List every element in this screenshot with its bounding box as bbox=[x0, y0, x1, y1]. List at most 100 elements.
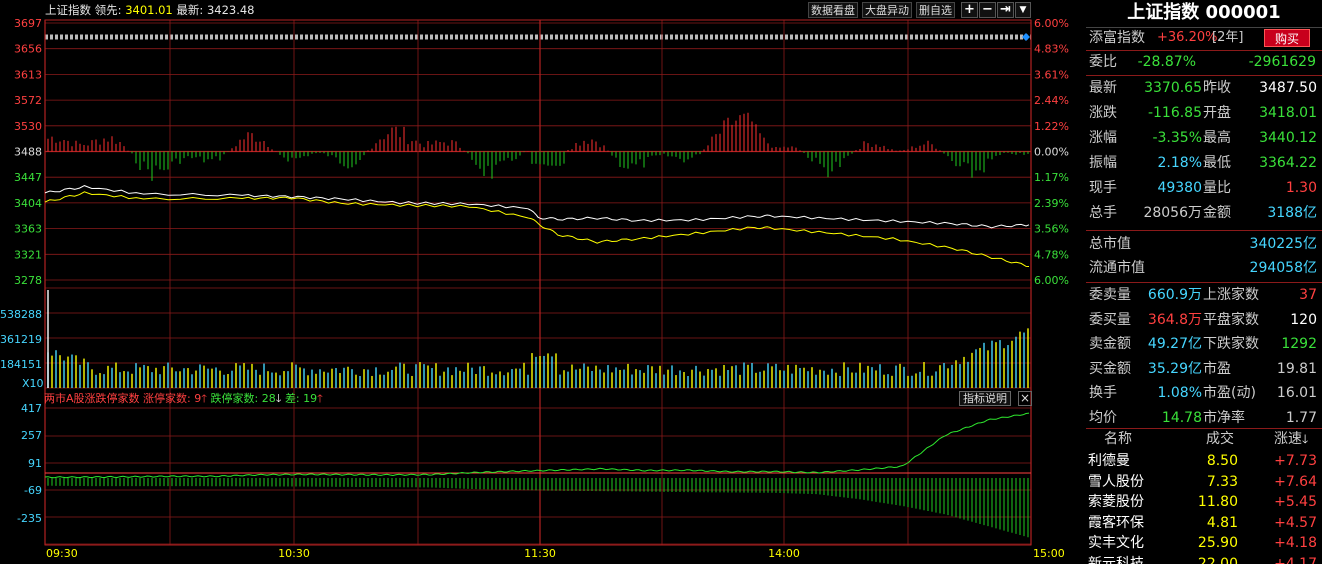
time-tick-label: 10:30 bbox=[278, 547, 310, 560]
market-cap-value: 340225亿 bbox=[1249, 236, 1317, 252]
stat-label: 市净率 bbox=[1203, 409, 1245, 426]
breadth-tick-label: -69 bbox=[24, 484, 42, 497]
next-icon[interactable]: ⇥ bbox=[997, 2, 1014, 18]
stat-label: 下跌家数 bbox=[1203, 336, 1259, 352]
stat-label: 委买量 bbox=[1089, 311, 1131, 328]
quote-value: 3418.01 bbox=[1259, 105, 1317, 121]
breadth-tick-label: 91 bbox=[28, 457, 42, 470]
quote-value: 2.18% bbox=[1157, 155, 1202, 171]
intraday-chart[interactable]: 3697365636133572353034883447340433633321… bbox=[0, 0, 1086, 564]
price-tick-label: 3613 bbox=[14, 68, 42, 81]
data-view-button[interactable]: 数据看盘 bbox=[808, 2, 858, 18]
sort-down-icon: 🡓 bbox=[1302, 432, 1309, 446]
stat-value: 364.8万 bbox=[1147, 311, 1202, 328]
quote-value: 3487.50 bbox=[1259, 80, 1317, 96]
lead-value: 3401.01 bbox=[125, 3, 173, 17]
stat-value: 1292 bbox=[1281, 336, 1317, 352]
stock-speed[interactable]: +7.73 bbox=[1256, 450, 1317, 472]
price-tick-label: 3363 bbox=[14, 223, 42, 236]
price-tick-label: 3488 bbox=[14, 146, 42, 159]
stock-name[interactable]: 实丰文化 bbox=[1088, 532, 1144, 554]
breadth-title: 两市A股涨跌停家数 bbox=[44, 392, 140, 405]
list-header-speed-label: 涨速 bbox=[1274, 431, 1302, 447]
stat-value: 14.78 bbox=[1161, 409, 1202, 426]
stock-speed[interactable]: +4.18 bbox=[1256, 532, 1317, 554]
minus-icon[interactable]: − bbox=[979, 2, 996, 18]
volume-bars bbox=[47, 290, 1029, 388]
stock-speed[interactable]: +5.45 bbox=[1256, 491, 1317, 513]
quote-label: 最新 bbox=[1089, 80, 1117, 96]
quote-value: -116.85 bbox=[1147, 105, 1202, 121]
quote-label: 涨跌 bbox=[1089, 105, 1117, 121]
price-change-bars bbox=[47, 112, 1029, 181]
stat-value: 35.29亿 bbox=[1147, 360, 1202, 377]
latest-label: 最新: bbox=[176, 3, 204, 17]
quote-label: 量比 bbox=[1203, 180, 1231, 196]
quote-value: 3188亿 bbox=[1267, 205, 1317, 221]
price-tick-label: 3656 bbox=[14, 43, 42, 56]
pct-tick-label: 6.00% bbox=[1034, 274, 1069, 287]
arrow-down-icon: 🡓 bbox=[275, 392, 282, 405]
stock-price[interactable]: 25.90 bbox=[1186, 532, 1238, 554]
pct-tick-label: 1.22% bbox=[1034, 120, 1069, 133]
stat-value: 37 bbox=[1299, 287, 1317, 303]
stock-name[interactable]: 利德曼 bbox=[1088, 450, 1130, 472]
breadth-legend: 两市A股涨跌停家数 涨停家数: 9🡑 跌停家数: 28🡓 差: 19🡑 bbox=[44, 391, 323, 406]
list-header-speed[interactable]: 涨速🡓 bbox=[1274, 428, 1308, 450]
quote-label: 现手 bbox=[1089, 180, 1117, 196]
price-tick-label: 3572 bbox=[14, 94, 42, 107]
volume-tick-label: 538288 bbox=[0, 308, 42, 321]
stock-name[interactable]: 雪人股份 bbox=[1088, 471, 1144, 493]
close-icon[interactable]: × bbox=[1018, 391, 1032, 406]
pct-tick-label: 6.00% bbox=[1034, 17, 1069, 30]
stock-price[interactable]: 8.50 bbox=[1186, 450, 1238, 472]
remove-watchlist-button[interactable]: 删自选 bbox=[916, 2, 955, 18]
list-header-price[interactable]: 成交 bbox=[1206, 428, 1234, 450]
stock-speed[interactable]: +4.17 bbox=[1256, 553, 1317, 564]
pct-tick-label: 0.00% bbox=[1034, 146, 1069, 159]
list-header-name[interactable]: 名称 bbox=[1104, 428, 1132, 450]
weibi-pct: -28.87% bbox=[1137, 54, 1196, 70]
stock-name[interactable]: 霞客环保 bbox=[1088, 512, 1144, 534]
stock-name[interactable]: 索菱股份 bbox=[1088, 491, 1144, 513]
time-tick-label: 14:00 bbox=[768, 547, 800, 560]
breadth-tick-label: -235 bbox=[17, 512, 42, 525]
stock-price[interactable]: 7.33 bbox=[1186, 471, 1238, 493]
breadth-up-line bbox=[44, 412, 1030, 479]
stat-value: 16.01 bbox=[1276, 385, 1317, 401]
stat-label: 卖金额 bbox=[1089, 336, 1131, 352]
stock-speed[interactable]: +7.64 bbox=[1256, 471, 1317, 493]
stat-label: 换手 bbox=[1089, 385, 1117, 401]
stock-price[interactable]: 11.80 bbox=[1186, 491, 1238, 513]
breadth-tick-label: 417 bbox=[21, 402, 42, 415]
stat-value: 19.81 bbox=[1276, 360, 1317, 377]
diff-label: 差: bbox=[284, 392, 300, 405]
dropdown-icon[interactable]: ▼ bbox=[1015, 2, 1031, 18]
stock-price[interactable]: 4.81 bbox=[1186, 512, 1238, 534]
stat-value: 120 bbox=[1290, 311, 1317, 328]
price-tick-label: 3321 bbox=[14, 248, 42, 261]
index-name: 上证指数 bbox=[45, 3, 91, 17]
quote-title: 上证指数 000001 bbox=[1127, 2, 1281, 23]
pct-tick-label: 4.78% bbox=[1034, 248, 1069, 261]
chart-frame bbox=[44, 19, 1032, 546]
buy-button[interactable]: 购买 bbox=[1264, 29, 1310, 47]
stock-speed[interactable]: +4.57 bbox=[1256, 512, 1317, 534]
quote-label: 开盘 bbox=[1203, 105, 1231, 121]
volume-tick-label: 361219 bbox=[0, 333, 42, 346]
market-cap-value: 294058亿 bbox=[1249, 260, 1317, 276]
stat-value: 49.27亿 bbox=[1147, 336, 1202, 352]
plus-icon[interactable]: + bbox=[961, 2, 978, 18]
price-tick-label: 3404 bbox=[14, 197, 42, 210]
latest-value: 3423.48 bbox=[206, 3, 255, 17]
diff-value: 19 bbox=[303, 392, 318, 405]
market-alert-button[interactable]: 大盘异动 bbox=[862, 2, 912, 18]
stock-name[interactable]: 新元科技 bbox=[1088, 553, 1144, 564]
stat-label: 平盘家数 bbox=[1203, 311, 1259, 328]
limit-up-label: 涨停家数: bbox=[143, 392, 191, 405]
indicator-help-button[interactable]: 指标说明 bbox=[959, 391, 1011, 406]
volume-unit-label: X10 bbox=[22, 377, 44, 390]
diamond-marker bbox=[1022, 33, 1030, 41]
pct-tick-label: 2.44% bbox=[1034, 94, 1069, 107]
stock-price[interactable]: 22.00 bbox=[1186, 553, 1238, 564]
